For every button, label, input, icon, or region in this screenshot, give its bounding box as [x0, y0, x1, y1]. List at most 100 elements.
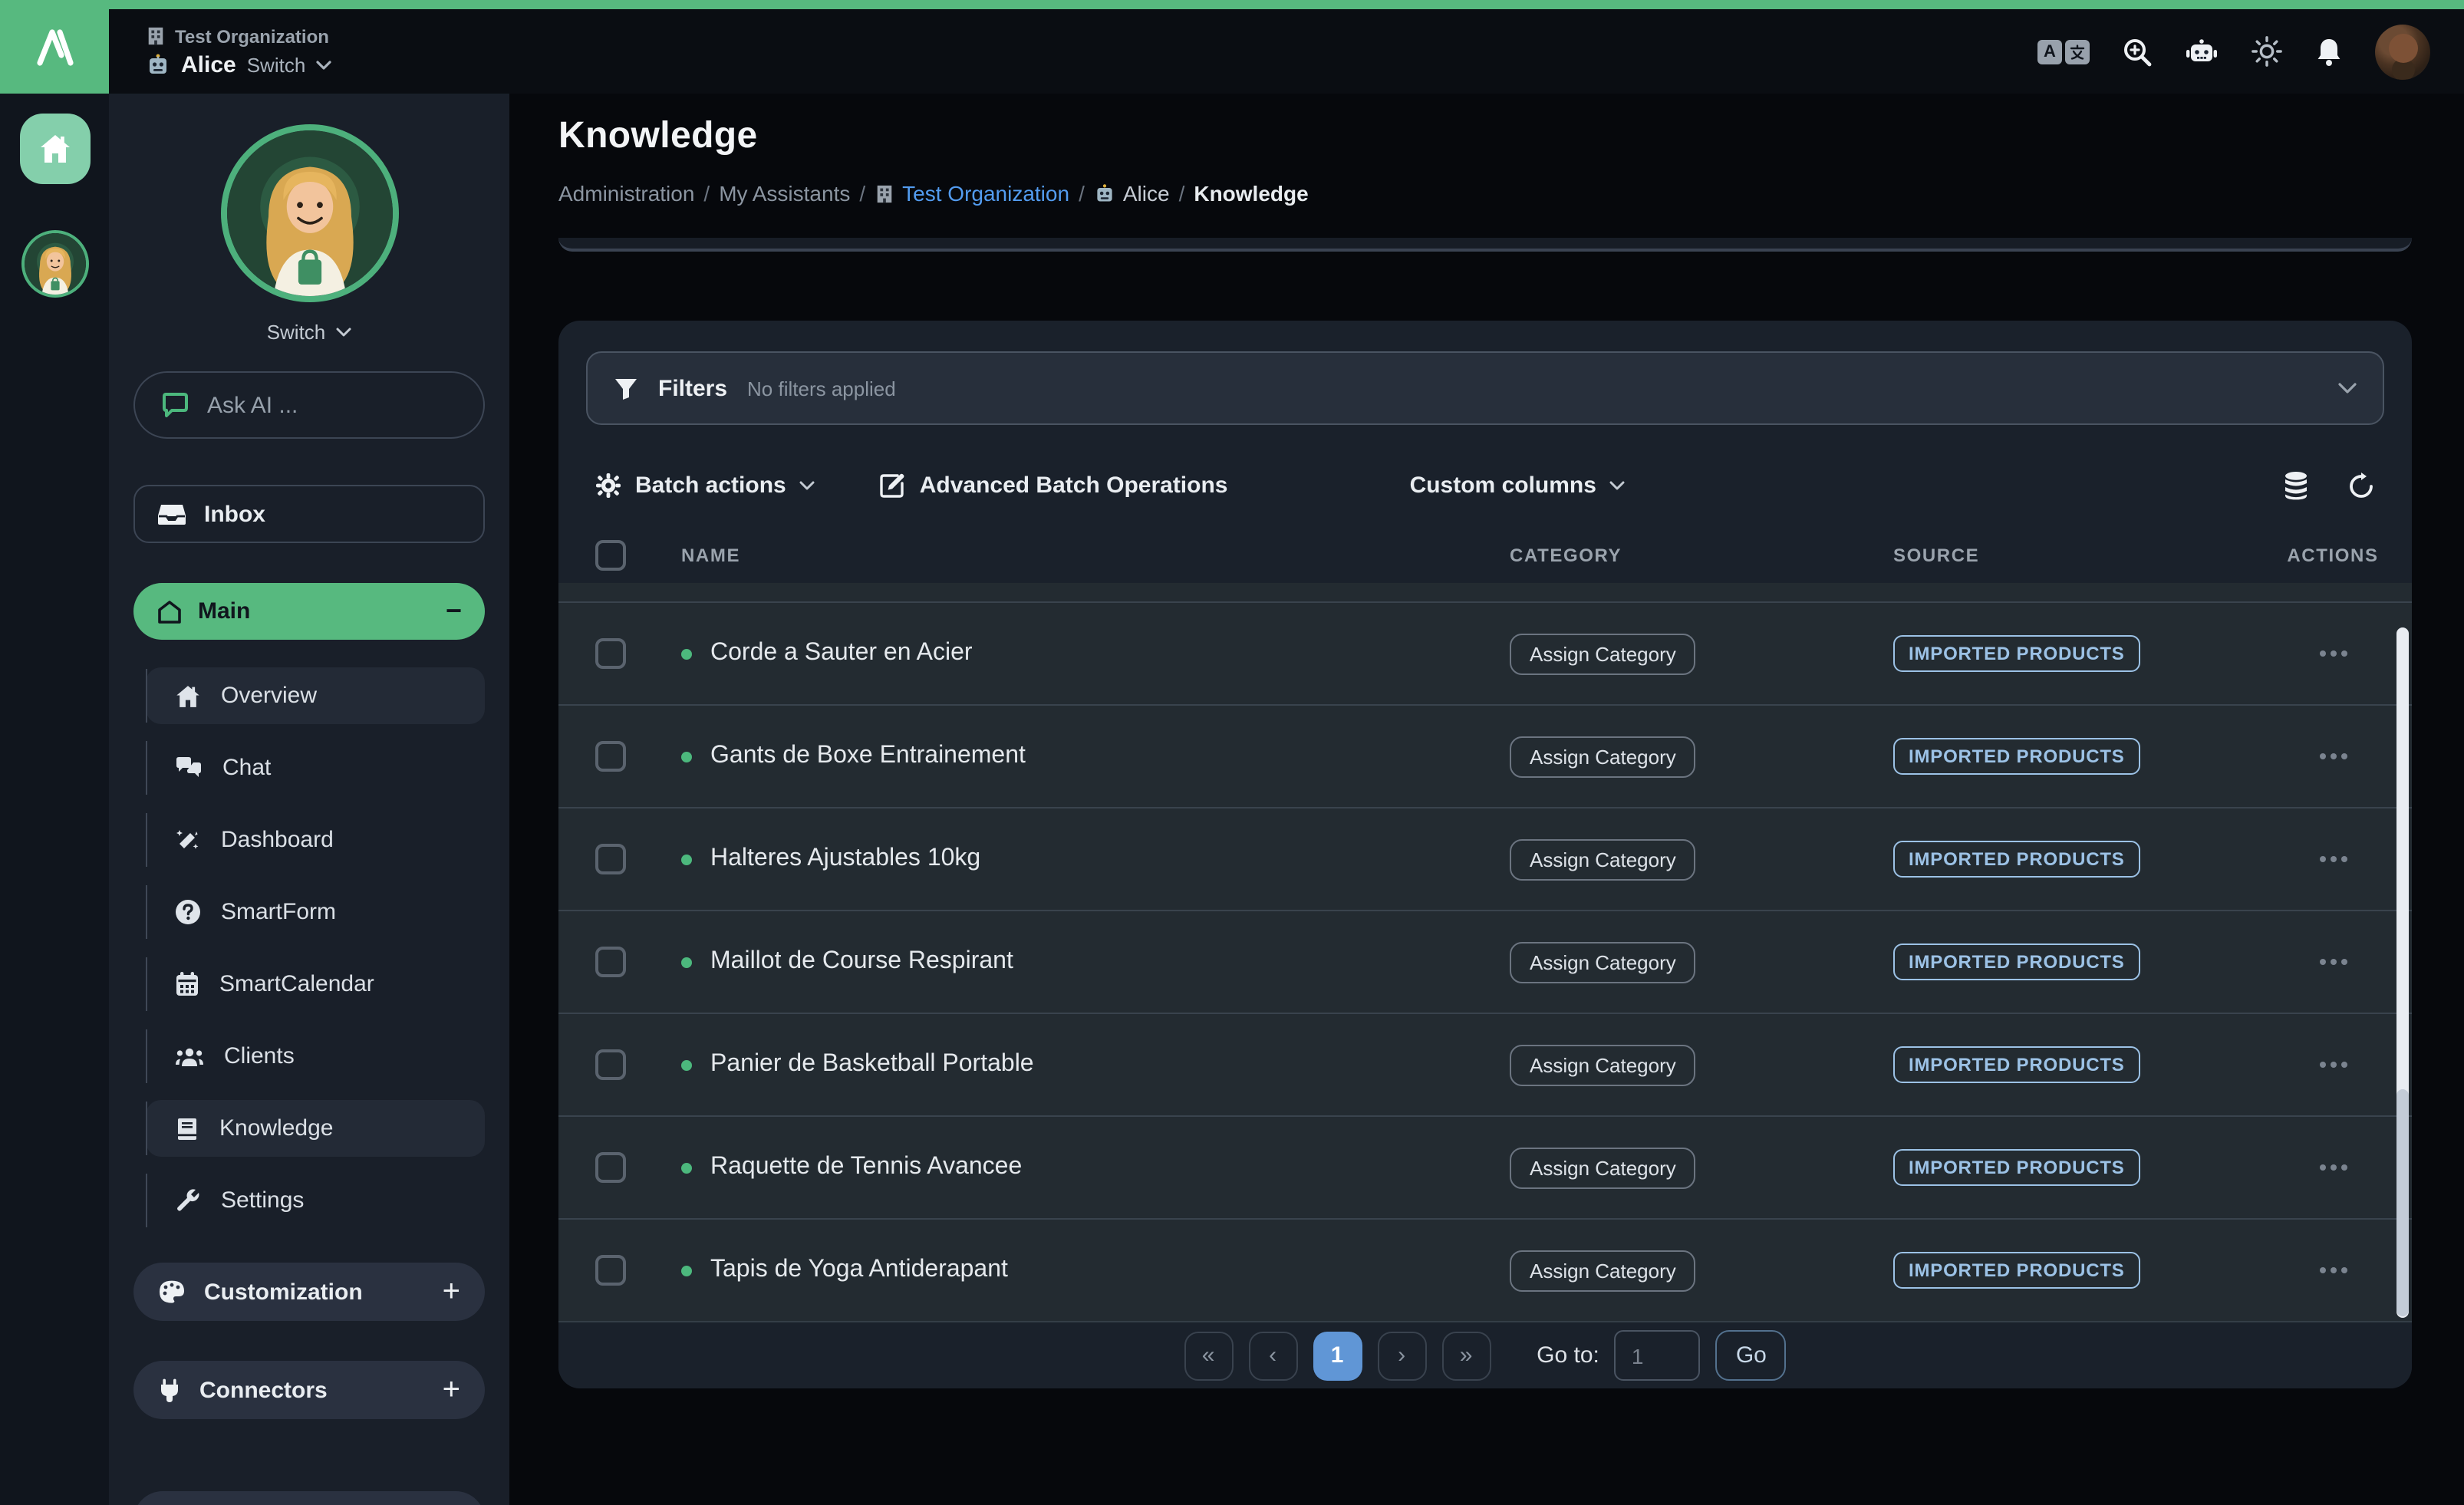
- pagination-page-1[interactable]: 1: [1313, 1331, 1362, 1380]
- sidebar-item-chat[interactable]: Chat: [146, 739, 485, 796]
- organization-row[interactable]: Test Organization: [146, 25, 331, 47]
- table-row[interactable]: Halteres Ajustables 10kg Assign Category…: [558, 807, 2412, 910]
- table-row[interactable]: Tapis de Yoga Antiderapant Assign Catego…: [558, 1218, 2412, 1321]
- table-row[interactable]: Corde a Sauter en Acier Assign Category …: [558, 603, 2412, 704]
- sidebar-item-settings[interactable]: Settings: [146, 1172, 485, 1229]
- sidebar-item-label: Knowledge: [219, 1115, 333, 1141]
- advanced-batch-operations-label: Advanced Batch Operations: [920, 473, 1228, 499]
- sidebar-item-overview[interactable]: Overview: [146, 667, 485, 724]
- pagination-first-button[interactable]: «: [1184, 1331, 1233, 1380]
- sidebar-item-knowledge[interactable]: Knowledge: [146, 1100, 485, 1157]
- expand-plus-icon: +: [443, 1274, 460, 1309]
- row-checkbox[interactable]: [595, 1152, 626, 1183]
- filter-icon: [614, 377, 638, 400]
- assistant-bot-button[interactable]: [2185, 36, 2219, 67]
- chevron-down-icon: [336, 327, 351, 338]
- assistant-avatar-illustration: [226, 130, 392, 296]
- theme-toggle-button[interactable]: [2251, 35, 2283, 68]
- table-scrollbar[interactable]: [2396, 627, 2409, 1318]
- row-name: Tapis de Yoga Antiderapant: [681, 1256, 1510, 1284]
- connectors-label: Connectors: [199, 1377, 328, 1403]
- pagination-last-button[interactable]: »: [1441, 1331, 1491, 1380]
- sidebar-switch-button[interactable]: Switch: [133, 321, 485, 344]
- sidebar-item-clients[interactable]: Clients: [146, 1028, 485, 1085]
- row-actions-menu[interactable]: [2319, 856, 2347, 862]
- goto-page-input[interactable]: [1615, 1330, 1701, 1381]
- scrollbar-thumb[interactable]: [2396, 1088, 2409, 1316]
- sidebar-group-customization[interactable]: Customization +: [133, 1263, 485, 1321]
- table-body: Corde a Sauter en Acier Assign Category …: [558, 583, 2412, 1321]
- sidebar-item-label: SmartForm: [221, 899, 336, 925]
- row-actions-menu[interactable]: [2319, 1062, 2347, 1068]
- row-actions-menu[interactable]: [2319, 650, 2347, 657]
- breadcrumb-my-assistants[interactable]: My Assistants: [719, 181, 850, 206]
- batch-actions-button[interactable]: Batch actions: [595, 473, 815, 499]
- database-view-button[interactable]: [2283, 471, 2309, 500]
- notifications-button[interactable]: [2315, 36, 2343, 67]
- sidebar-item-smartcalendar[interactable]: SmartCalendar: [146, 956, 485, 1013]
- zoom-button[interactable]: [2122, 36, 2153, 67]
- select-all-checkbox[interactable]: [595, 540, 626, 571]
- assign-category-button[interactable]: Assign Category: [1510, 1147, 1696, 1188]
- assistant-avatar-large[interactable]: [220, 124, 398, 302]
- sidebar-group-main[interactable]: Main −: [133, 583, 485, 640]
- go-button[interactable]: Go: [1716, 1330, 1787, 1381]
- translate-cjk-icon: [2065, 39, 2090, 64]
- row-actions-menu[interactable]: [2319, 1164, 2347, 1171]
- row-name: Halteres Ajustables 10kg: [681, 845, 1510, 873]
- assign-category-button[interactable]: Assign Category: [1510, 941, 1696, 983]
- user-avatar[interactable]: [2375, 24, 2430, 79]
- sidebar-item-smartform[interactable]: SmartForm: [146, 884, 485, 940]
- row-actions-menu[interactable]: [2319, 959, 2347, 965]
- rail-assistant-avatar[interactable]: [21, 230, 88, 298]
- status-dot-icon: [681, 1162, 692, 1173]
- ask-ai-input[interactable]: Ask AI ...: [133, 371, 485, 439]
- sidebar-item-dashboard[interactable]: Dashboard: [146, 812, 485, 868]
- sidebar: Switch Ask AI ... Inbox: [109, 94, 509, 1505]
- row-checkbox[interactable]: [595, 1049, 626, 1080]
- refresh-button[interactable]: [2347, 472, 2375, 499]
- row-actions-menu[interactable]: [2319, 753, 2347, 759]
- gear-icon: [595, 473, 621, 499]
- pagination-next-button[interactable]: ›: [1377, 1331, 1426, 1380]
- row-checkbox[interactable]: [595, 741, 626, 772]
- assign-category-button[interactable]: Assign Category: [1510, 838, 1696, 880]
- refresh-icon: [2347, 472, 2375, 499]
- table-row[interactable]: Panier de Basketball Portable Assign Cat…: [558, 1013, 2412, 1115]
- knowledge-table-card: Filters No filters applied: [558, 321, 2412, 1388]
- translate-button[interactable]: A: [2037, 39, 2090, 64]
- sidebar-group-partial[interactable]: [133, 1491, 485, 1505]
- breadcrumb-alice[interactable]: Alice: [1094, 181, 1170, 206]
- assistant-row[interactable]: Alice Switch: [146, 51, 331, 77]
- robot-icon: [1094, 183, 1115, 204]
- table-row[interactable]: Gants de Boxe Entrainement Assign Catego…: [558, 704, 2412, 807]
- chat-bubble-icon: [160, 390, 190, 420]
- row-checkbox[interactable]: [595, 1255, 626, 1286]
- assign-category-button[interactable]: Assign Category: [1510, 1044, 1696, 1085]
- assign-category-button[interactable]: Assign Category: [1510, 736, 1696, 777]
- row-checkbox[interactable]: [595, 844, 626, 874]
- row-checkbox[interactable]: [595, 947, 626, 977]
- table-toolbar: Batch actions Advanced Batch Operations: [595, 471, 2375, 500]
- pagination-prev-button[interactable]: ‹: [1248, 1331, 1297, 1380]
- table-row[interactable]: Raquette de Tennis Avancee Assign Catego…: [558, 1115, 2412, 1218]
- breadcrumb-test-organization[interactable]: Test Organization: [875, 181, 1069, 206]
- assign-category-button[interactable]: Assign Category: [1510, 1250, 1696, 1291]
- breadcrumb-administration[interactable]: Administration: [558, 181, 694, 206]
- custom-columns-button[interactable]: Custom columns: [1410, 473, 1626, 499]
- rail-home-button[interactable]: [19, 114, 90, 184]
- sidebar-item-label: Dashboard: [221, 827, 334, 853]
- building-icon: [875, 183, 894, 203]
- advanced-batch-operations-button[interactable]: Advanced Batch Operations: [880, 473, 1228, 499]
- robot-icon: [146, 52, 170, 77]
- chat-icon: [175, 756, 203, 779]
- row-checkbox[interactable]: [595, 638, 626, 669]
- sidebar-group-connectors[interactable]: Connectors +: [133, 1361, 485, 1419]
- assign-category-button[interactable]: Assign Category: [1510, 633, 1696, 674]
- brand-logo[interactable]: [0, 0, 109, 94]
- sidebar-inbox-button[interactable]: Inbox: [133, 485, 485, 543]
- chevron-down-icon: [316, 59, 331, 70]
- filters-bar[interactable]: Filters No filters applied: [586, 351, 2384, 425]
- row-actions-menu[interactable]: [2319, 1267, 2347, 1273]
- table-row[interactable]: Maillot de Course Respirant Assign Categ…: [558, 910, 2412, 1013]
